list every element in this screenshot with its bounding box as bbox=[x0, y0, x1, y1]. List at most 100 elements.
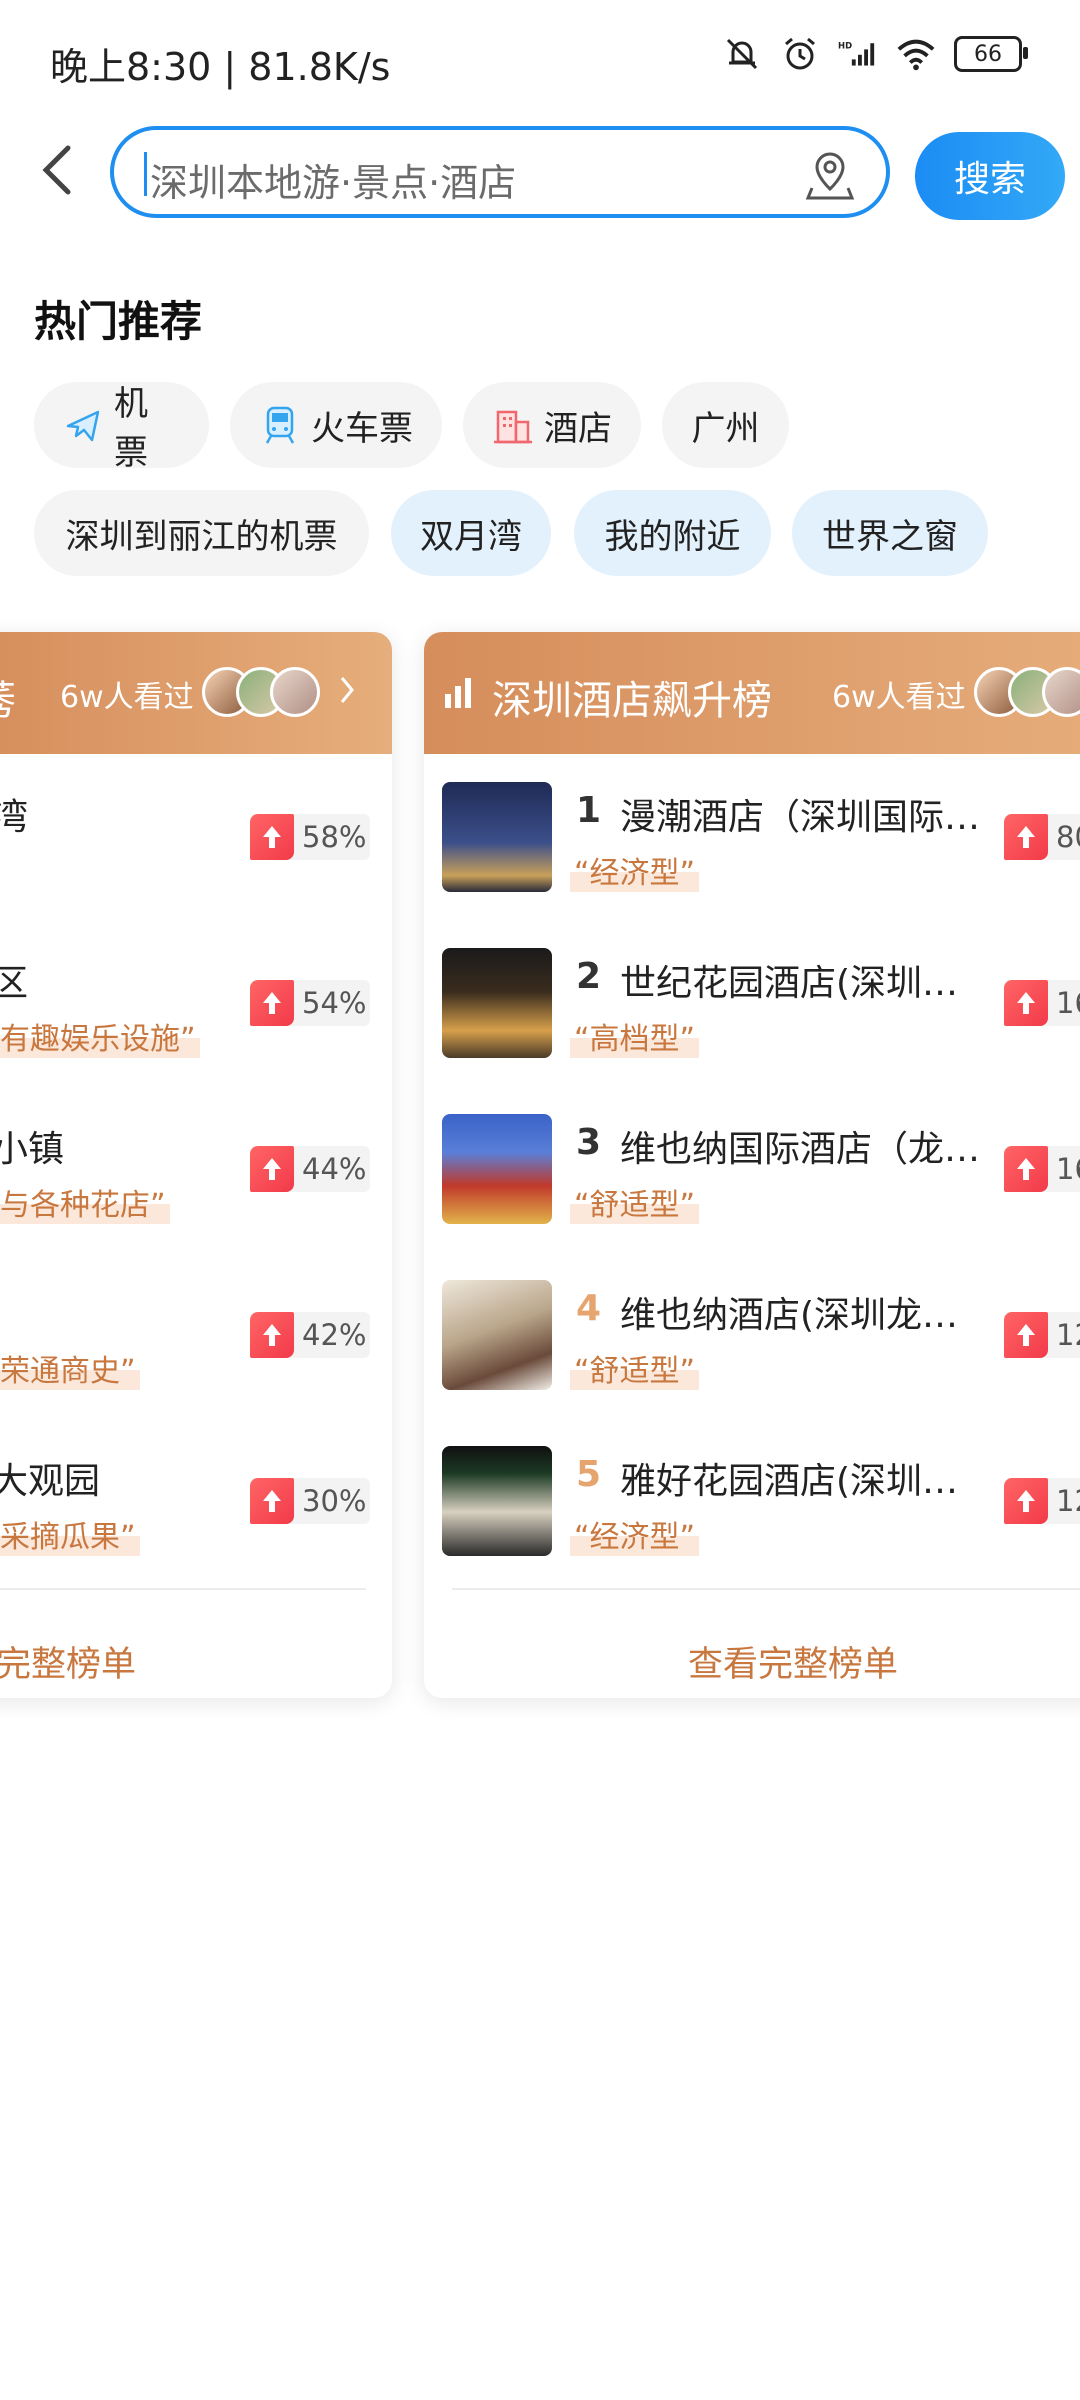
search-input[interactable]: 深圳本地游·景点·酒店 bbox=[110, 126, 890, 218]
hotel-thumbnail bbox=[442, 782, 552, 892]
view-count: 6w人看过 bbox=[60, 680, 194, 715]
wifi-icon bbox=[896, 34, 936, 74]
growth-badge: 54% bbox=[250, 980, 370, 1026]
arrow-up-icon bbox=[1004, 1146, 1048, 1192]
list-item[interactable]: 区 有趣娱乐设施” 54% bbox=[0, 948, 392, 1078]
growth-badge: 44% bbox=[250, 1146, 370, 1192]
hotel-type-tag: “舒适型” bbox=[570, 1180, 700, 1224]
building-icon bbox=[492, 404, 534, 446]
rank-number: 2 bbox=[576, 956, 602, 997]
growth-badge: 16 bbox=[1004, 980, 1080, 1026]
avatar bbox=[270, 667, 320, 717]
search-placeholder: 深圳本地游·景点·酒店 bbox=[150, 161, 517, 205]
back-button[interactable] bbox=[32, 140, 88, 200]
ranking-card-hotel[interactable]: 深圳酒店飙升榜 6w人看过 1 漫潮酒店（深圳国际… “经济型” 80 2 世纪… bbox=[424, 632, 1080, 1698]
item-tag: 荣通商史” bbox=[0, 1346, 140, 1390]
status-icons: HD 66 bbox=[722, 34, 1028, 74]
item-name: 区 bbox=[0, 963, 29, 1004]
hotel-list-item[interactable]: 1 漫潮酒店（深圳国际… “经济型” 80 bbox=[424, 782, 1080, 912]
list-item[interactable]: 湾 58% bbox=[0, 782, 392, 912]
hotel-name: 维也纳酒店(深圳龙… bbox=[620, 1295, 959, 1336]
chip-label: 世界之窗 bbox=[822, 516, 958, 557]
item-name: 湾 bbox=[0, 797, 29, 838]
chip-guangzhou[interactable]: 广州 bbox=[662, 382, 789, 468]
growth-badge: 12 bbox=[1004, 1478, 1080, 1524]
hotel-type-tag: “高档型” bbox=[570, 1014, 700, 1058]
view-full-list-link[interactable]: 完整榜单 bbox=[0, 1636, 136, 1687]
growth-value: 12 bbox=[1056, 1484, 1080, 1518]
card-title: 莠 bbox=[0, 668, 16, 726]
hotel-list-item[interactable]: 4 维也纳酒店(深圳龙… “舒适型” 12 bbox=[424, 1280, 1080, 1410]
hotel-name: 漫潮酒店（深圳国际… bbox=[620, 797, 981, 838]
chip-train[interactable]: 火车票 bbox=[230, 382, 442, 468]
chevron-right-icon[interactable] bbox=[338, 672, 358, 712]
list-item[interactable]: 荣通商史” 42% bbox=[0, 1280, 392, 1410]
chip-label: 双月湾 bbox=[420, 516, 522, 557]
card-header: 深圳酒店飙升榜 6w人看过 bbox=[424, 632, 1080, 754]
card-header: 莠 6w人看过 bbox=[0, 632, 392, 754]
battery-icon: 66 bbox=[954, 36, 1028, 72]
growth-badge: 16 bbox=[1004, 1146, 1080, 1192]
list-item[interactable]: 小镇 与各种花店” 44% bbox=[0, 1114, 392, 1244]
hotel-name: 雅好花园酒店(深圳… bbox=[620, 1461, 959, 1502]
search-button[interactable]: 搜索 bbox=[915, 132, 1065, 220]
rank-number: 4 bbox=[576, 1288, 602, 1329]
divider bbox=[0, 1588, 366, 1590]
chip-flight[interactable]: 机票 bbox=[34, 382, 209, 473]
arrow-up-icon bbox=[250, 1146, 294, 1192]
chip-label: 火车票 bbox=[311, 408, 413, 449]
train-icon bbox=[259, 404, 301, 446]
item-tag: 采摘瓜果” bbox=[0, 1512, 140, 1556]
chip-label: 酒店 bbox=[544, 408, 612, 449]
ranking-card-left[interactable]: 莠 6w人看过 湾 58% 区 有趣娱乐设施” 54% 小镇 与各种花店” 44… bbox=[0, 632, 392, 1698]
chip-hotel[interactable]: 酒店 bbox=[463, 382, 641, 468]
mute-bell-icon bbox=[722, 34, 762, 74]
hotel-list-item[interactable]: 5 雅好花园酒店(深圳… “经济型” 12 bbox=[424, 1446, 1080, 1576]
view-full-list-link[interactable]: 查看完整榜单 bbox=[688, 1636, 898, 1687]
arrow-up-icon bbox=[250, 1312, 294, 1358]
chip-window-of-world[interactable]: 世界之窗 bbox=[792, 490, 988, 576]
hotel-type-tag: “经济型” bbox=[570, 848, 700, 892]
hotel-thumbnail bbox=[442, 1280, 552, 1390]
growth-value: 16 bbox=[1056, 986, 1080, 1020]
growth-value: 42% bbox=[302, 1318, 367, 1352]
item-name: 大观园 bbox=[0, 1461, 101, 1502]
growth-badge: 42% bbox=[250, 1312, 370, 1358]
rank-number: 1 bbox=[576, 790, 602, 831]
arrow-up-icon bbox=[250, 814, 294, 860]
chip-label: 广州 bbox=[691, 408, 760, 449]
growth-value: 80 bbox=[1056, 820, 1080, 854]
hotel-list-item[interactable]: 3 维也纳国际酒店（龙… “舒适型” 16 bbox=[424, 1114, 1080, 1244]
view-count: 6w人看过 bbox=[832, 680, 966, 715]
rank-number: 5 bbox=[576, 1454, 602, 1495]
arrow-up-icon bbox=[250, 980, 294, 1026]
svg-text:HD: HD bbox=[838, 41, 852, 51]
growth-badge: 12 bbox=[1004, 1312, 1080, 1358]
growth-value: 16 bbox=[1056, 1152, 1080, 1186]
chip-label: 我的附近 bbox=[604, 516, 741, 557]
growth-value: 54% bbox=[302, 986, 367, 1020]
divider bbox=[452, 1588, 1080, 1590]
chip-label: 深圳到丽江的机票 bbox=[65, 516, 338, 557]
arrow-up-icon bbox=[250, 1478, 294, 1524]
chip-shuangyuewan[interactable]: 双月湾 bbox=[391, 490, 551, 576]
hotel-thumbnail bbox=[442, 948, 552, 1058]
location-pin-icon[interactable] bbox=[802, 148, 858, 204]
hot-recommend-title: 热门推荐 bbox=[34, 297, 203, 346]
card-title: 深圳酒店飙升榜 bbox=[492, 678, 772, 724]
growth-badge: 30% bbox=[250, 1478, 370, 1524]
chip-sz-lijiang-flight[interactable]: 深圳到丽江的机票 bbox=[34, 490, 369, 576]
plane-icon bbox=[62, 404, 104, 446]
growth-value: 44% bbox=[302, 1152, 367, 1186]
hotel-thumbnail bbox=[442, 1446, 552, 1556]
chart-bars-icon bbox=[442, 676, 478, 714]
growth-value: 58% bbox=[302, 820, 367, 854]
chip-nearby[interactable]: 我的附近 bbox=[574, 490, 771, 576]
growth-value: 30% bbox=[302, 1484, 367, 1518]
arrow-up-icon bbox=[1004, 1312, 1048, 1358]
rank-number: 3 bbox=[576, 1122, 602, 1163]
list-item[interactable]: 大观园 采摘瓜果” 30% bbox=[0, 1446, 392, 1576]
chip-label: 机票 bbox=[114, 384, 148, 473]
item-name: 小镇 bbox=[0, 1129, 65, 1170]
hotel-list-item[interactable]: 2 世纪花园酒店(深圳… “高档型” 16 bbox=[424, 948, 1080, 1078]
